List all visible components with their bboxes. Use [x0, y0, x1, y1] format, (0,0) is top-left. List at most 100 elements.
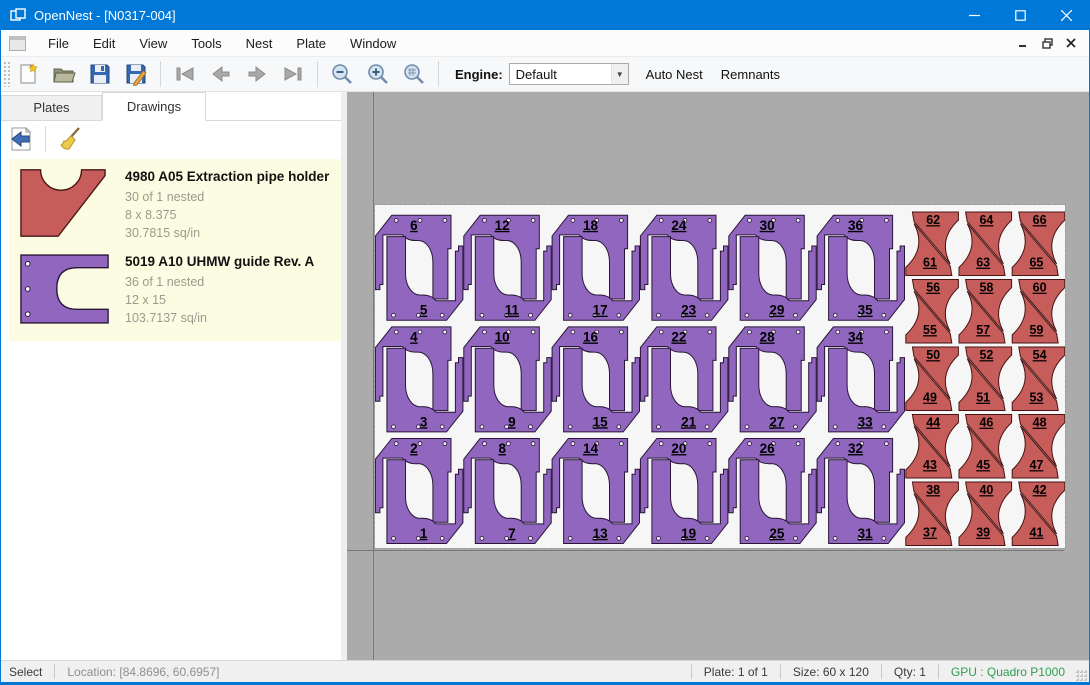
zoom-fit-icon — [402, 62, 426, 86]
clear-button[interactable] — [54, 124, 86, 154]
menu-item-nest[interactable]: Nest — [234, 31, 285, 56]
part-number-59: 59 — [1029, 323, 1043, 337]
mdi-restore-button[interactable] — [1037, 34, 1057, 52]
menu-bar: FileEditViewToolsNestPlateWindow — [1, 30, 1089, 57]
part-hole — [529, 537, 533, 541]
part-number-24: 24 — [671, 218, 687, 233]
resize-grip[interactable] — [1075, 669, 1087, 681]
drawing-size: 12 x 15 — [125, 291, 314, 309]
mdi-close-icon — [1066, 38, 1076, 48]
zoom-in-button[interactable] — [363, 60, 393, 88]
previous-plate-button[interactable] — [206, 60, 236, 88]
part-number-20: 20 — [671, 441, 686, 456]
part-number-55: 55 — [923, 323, 937, 337]
drawing-item[interactable]: 5019 A10 UHMW guide Rev. A 36 of 1 neste… — [9, 248, 341, 333]
next-plate-button[interactable] — [242, 60, 272, 88]
part-number-46: 46 — [979, 416, 993, 430]
tab-drawings[interactable]: Drawings — [102, 92, 206, 121]
first-plate-button[interactable] — [170, 60, 200, 88]
save-as-icon — [124, 62, 148, 86]
part-hole — [571, 442, 575, 446]
tab-plates[interactable]: Plates — [1, 95, 102, 120]
open-folder-icon — [52, 62, 76, 86]
menu-item-plate[interactable]: Plate — [284, 31, 338, 56]
new-file-icon — [16, 62, 40, 86]
title-bar: OpenNest - [N0317-004] — [1, 0, 1089, 30]
part-number-47: 47 — [1029, 458, 1043, 472]
mdi-close-button[interactable] — [1061, 34, 1081, 52]
part-number-65: 65 — [1029, 256, 1043, 270]
mdi-minimize-button[interactable] — [1013, 34, 1033, 52]
menu-item-edit[interactable]: Edit — [81, 31, 127, 56]
part-number-34: 34 — [848, 330, 864, 345]
part-number-51: 51 — [976, 391, 990, 405]
zoom-fit-button[interactable] — [399, 60, 429, 88]
menu-item-tools[interactable]: Tools — [179, 31, 233, 56]
part-number-7: 7 — [508, 526, 516, 541]
nest-canvas[interactable]: 6512111817242330293635431091615222128273… — [347, 92, 1089, 660]
save-button[interactable] — [85, 60, 115, 88]
part-hole — [394, 219, 398, 223]
part-hole — [531, 442, 535, 446]
part-number-9: 9 — [508, 414, 516, 429]
first-arrow-icon — [173, 62, 197, 86]
menu-item-window[interactable]: Window — [338, 31, 408, 56]
engine-label: Engine: — [455, 67, 503, 82]
minimize-button[interactable] — [951, 0, 997, 30]
part-number-44: 44 — [926, 416, 940, 430]
return-part-button[interactable] — [5, 124, 37, 154]
part-hole — [836, 330, 840, 334]
part-hole — [483, 219, 487, 223]
open-button[interactable] — [49, 60, 79, 88]
remnants-button[interactable]: Remnants — [712, 61, 789, 88]
engine-combobox[interactable]: Default ▼ — [509, 63, 629, 85]
part-hole — [882, 537, 886, 541]
part-number-31: 31 — [858, 526, 874, 541]
mdi-document-icon[interactable] — [9, 36, 26, 51]
status-gpu: GPU : Quadro P1000 — [947, 665, 1069, 679]
part-number-12: 12 — [495, 218, 510, 233]
maximize-button[interactable] — [997, 0, 1043, 30]
drawing-item[interactable]: 4980 A05 Extraction pipe holder 30 of 1 … — [9, 163, 341, 248]
part-number-56: 56 — [926, 281, 940, 295]
drawing-area: 30.7815 sq/in — [125, 224, 329, 242]
last-plate-button[interactable] — [278, 60, 308, 88]
toolbar-separator — [317, 61, 318, 87]
part-hole — [483, 330, 487, 334]
engine-value: Default — [510, 67, 611, 82]
new-button[interactable] — [13, 60, 43, 88]
part-number-5: 5 — [420, 303, 428, 318]
status-location: Location: [84.8696, 60.6957] — [63, 665, 223, 679]
part-hole — [418, 442, 422, 446]
zoom-out-button[interactable] — [327, 60, 357, 88]
status-separator — [54, 664, 55, 679]
plate-origin-axis-vertical — [373, 92, 374, 660]
toolbar-grip[interactable] — [3, 61, 10, 87]
part-number-42: 42 — [1033, 483, 1047, 497]
drawing-title: 4980 A05 Extraction pipe holder — [125, 169, 329, 184]
plate-sheet[interactable]: 6512111817242330293635431091615222128273… — [375, 205, 1065, 548]
part-hole — [443, 442, 447, 446]
auto-nest-button[interactable]: Auto Nest — [637, 61, 712, 88]
part-number-63: 63 — [976, 256, 990, 270]
part-hole — [440, 425, 444, 429]
part-hole — [394, 442, 398, 446]
part-number-39: 39 — [976, 526, 990, 540]
zoom-out-icon — [330, 62, 354, 86]
part-hole — [659, 330, 663, 334]
part-hole — [480, 425, 484, 429]
combo-dropdown-icon[interactable]: ▼ — [611, 64, 628, 84]
part-hole — [571, 330, 575, 334]
part-number-14: 14 — [583, 441, 599, 456]
drawing-nested-count: 36 of 1 nested — [125, 273, 314, 291]
save-as-button[interactable] — [121, 60, 151, 88]
part-hole — [796, 330, 800, 334]
part-hole — [882, 425, 886, 429]
part-number-29: 29 — [769, 303, 784, 318]
close-button[interactable] — [1043, 0, 1089, 30]
part-hole — [836, 219, 840, 223]
menu-item-file[interactable]: File — [36, 31, 81, 56]
menu-item-view[interactable]: View — [127, 31, 179, 56]
part-number-33: 33 — [858, 414, 874, 429]
part-hole — [483, 442, 487, 446]
